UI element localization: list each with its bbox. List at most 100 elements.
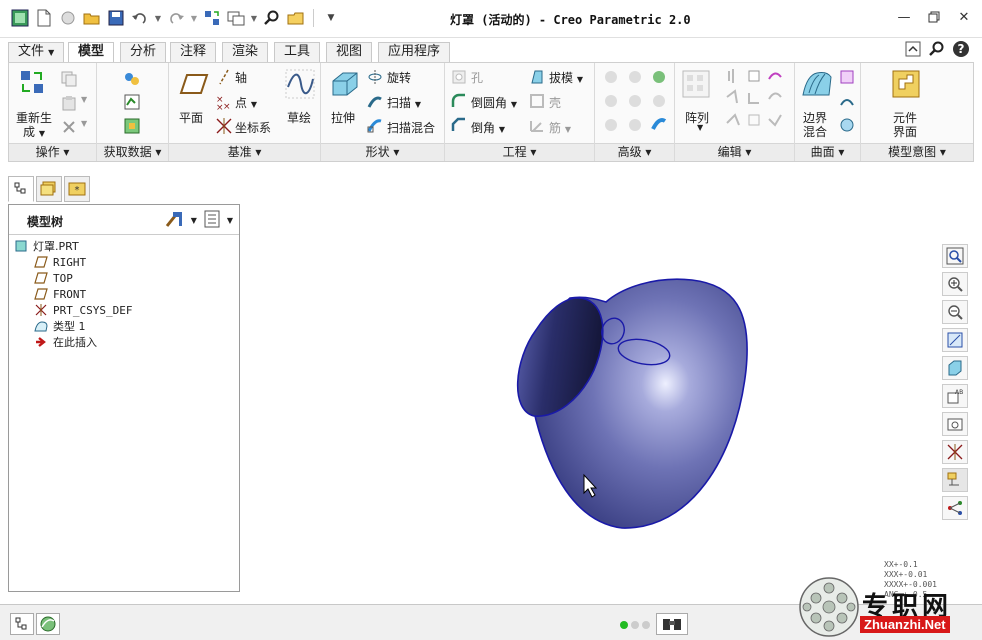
- component-interface-icon[interactable]: [891, 69, 921, 99]
- copy-geometry-icon[interactable]: [123, 69, 141, 87]
- group-get-data-label[interactable]: 获取数据 ▾: [97, 143, 168, 161]
- toggle-browser-button[interactable]: [36, 613, 60, 635]
- component-interface-label-2[interactable]: 界面: [893, 123, 917, 140]
- help-icon[interactable]: ?: [952, 40, 970, 58]
- tab-favorites[interactable]: *: [64, 176, 90, 202]
- spin-center-button[interactable]: [942, 496, 968, 520]
- lampshade-model[interactable]: [244, 170, 982, 600]
- toggle-navigator-button[interactable]: [10, 613, 34, 635]
- shell-button-label[interactable]: 壳: [549, 94, 561, 111]
- redo-icon[interactable]: [166, 8, 186, 28]
- customize-toolbar-icon[interactable]: ▼: [321, 8, 341, 28]
- revolve-button-label[interactable]: 旋转: [387, 69, 411, 86]
- chamfer-icon[interactable]: [451, 117, 467, 133]
- draft-icon[interactable]: [529, 69, 545, 85]
- sweep-button-label[interactable]: 扫描 ▼: [387, 94, 421, 111]
- tree-node-boundary-blend[interactable]: 类型 1: [13, 318, 239, 334]
- tab-file[interactable]: 文件 ▼: [8, 42, 65, 62]
- close-window-icon[interactable]: [286, 8, 306, 28]
- session-icon[interactable]: [58, 8, 78, 28]
- sketch-button-label[interactable]: 草绘: [287, 109, 311, 126]
- show-icon[interactable]: [203, 210, 221, 231]
- search-icon[interactable]: [262, 8, 282, 28]
- show-dropdown-icon[interactable]: ▼: [227, 216, 233, 225]
- group-advanced-label[interactable]: 高级 ▾: [595, 143, 674, 161]
- style-icon[interactable]: [839, 93, 855, 109]
- tab-model[interactable]: 模型: [68, 42, 115, 63]
- round-icon[interactable]: [451, 93, 467, 109]
- extrude-icon[interactable]: [329, 69, 359, 99]
- shrinkwrap-icon[interactable]: [123, 117, 141, 135]
- tree-settings-dropdown-icon[interactable]: ▼: [191, 216, 197, 225]
- pattern-dropdown-icon[interactable]: ▼: [697, 123, 703, 132]
- open-folder-icon[interactable]: [82, 8, 102, 28]
- delete-dropdown-icon[interactable]: ▼: [81, 119, 87, 128]
- view-manager-button[interactable]: [942, 412, 968, 436]
- boundary-blend-icon[interactable]: [801, 69, 833, 99]
- advanced-features-icon[interactable]: [601, 67, 671, 137]
- refit-button[interactable]: [942, 244, 968, 268]
- tab-folder-browser[interactable]: [36, 176, 62, 202]
- boundary-blend-label-2[interactable]: 混合: [803, 123, 827, 140]
- fill-icon[interactable]: [839, 69, 855, 85]
- group-model-intent-label[interactable]: 模型意图 ▾: [861, 143, 973, 161]
- shell-icon[interactable]: [529, 93, 545, 109]
- display-style-button[interactable]: [942, 356, 968, 380]
- regenerate-large-icon[interactable]: [19, 69, 45, 95]
- annotation-display-button[interactable]: [942, 468, 968, 492]
- csys-button-label[interactable]: 坐标系: [235, 119, 271, 136]
- tree-node-right[interactable]: RIGHT: [13, 254, 239, 270]
- extrude-button-label[interactable]: 拉伸: [331, 109, 355, 126]
- undo-icon[interactable]: [130, 8, 150, 28]
- copy-icon[interactable]: [61, 71, 77, 87]
- rib-button-label[interactable]: 筋 ▼: [549, 119, 571, 136]
- tab-render[interactable]: 渲染: [222, 42, 269, 62]
- find-button[interactable]: [656, 613, 688, 635]
- axis-icon[interactable]: [217, 69, 231, 85]
- tab-analysis[interactable]: 分析: [120, 42, 167, 62]
- save-icon[interactable]: [106, 8, 126, 28]
- csys-icon[interactable]: [215, 117, 233, 135]
- rib-icon[interactable]: [529, 117, 545, 133]
- group-engineering-label[interactable]: 工程 ▾: [445, 143, 594, 161]
- tab-applications[interactable]: 应用程序: [378, 42, 451, 62]
- tree-node-csys[interactable]: PRT_CSYS_DEF: [13, 302, 239, 318]
- chamfer-button-label[interactable]: 倒角 ▼: [471, 119, 505, 136]
- freestyle-icon[interactable]: [839, 117, 855, 133]
- repaint-button[interactable]: [942, 328, 968, 352]
- tree-settings-icon[interactable]: [165, 210, 185, 231]
- group-editing-label[interactable]: 编辑 ▾: [675, 143, 794, 161]
- new-file-icon[interactable]: [34, 8, 54, 28]
- revolve-icon[interactable]: [367, 69, 383, 85]
- tree-node-top[interactable]: TOP: [13, 270, 239, 286]
- round-button-label[interactable]: 倒圆角 ▼: [471, 94, 517, 111]
- axis-button-label[interactable]: 轴: [235, 69, 247, 86]
- tab-annotate[interactable]: 注释: [170, 42, 217, 62]
- minimize-ribbon-icon[interactable]: [904, 40, 922, 58]
- hole-button-label[interactable]: 孔: [471, 69, 483, 86]
- undo-dropdown-icon[interactable]: ▼: [154, 8, 162, 28]
- saved-orientations-button[interactable]: AB: [942, 384, 968, 408]
- restore-icon[interactable]: [926, 9, 942, 25]
- editing-tools-icon[interactable]: [725, 67, 789, 137]
- sketch-icon[interactable]: [285, 69, 315, 99]
- regenerate-icon[interactable]: [202, 8, 222, 28]
- swept-blend-button-label[interactable]: 扫描混合: [387, 119, 435, 136]
- datum-display-button[interactable]: [942, 440, 968, 464]
- paste-icon[interactable]: [61, 95, 77, 111]
- group-shapes-label[interactable]: 形状 ▾: [321, 143, 444, 161]
- graphics-window[interactable]: [244, 170, 982, 600]
- delete-icon[interactable]: [61, 119, 77, 135]
- hole-icon[interactable]: [451, 69, 467, 85]
- group-surfaces-label[interactable]: 曲面 ▾: [795, 143, 860, 161]
- group-datum-label[interactable]: 基准 ▾: [169, 143, 320, 161]
- windows-icon[interactable]: [226, 8, 246, 28]
- draft-button-label[interactable]: 拔模 ▼: [549, 69, 583, 86]
- tab-model-tree[interactable]: [8, 176, 34, 202]
- point-button-label[interactable]: 点 ▼: [235, 94, 257, 111]
- plane-icon[interactable]: [179, 69, 209, 99]
- command-search-icon[interactable]: [928, 40, 946, 58]
- tree-node-part[interactable]: 灯罩.PRT: [13, 238, 239, 254]
- paste-dropdown-icon[interactable]: ▼: [81, 95, 87, 104]
- close-icon[interactable]: ✕: [956, 9, 972, 25]
